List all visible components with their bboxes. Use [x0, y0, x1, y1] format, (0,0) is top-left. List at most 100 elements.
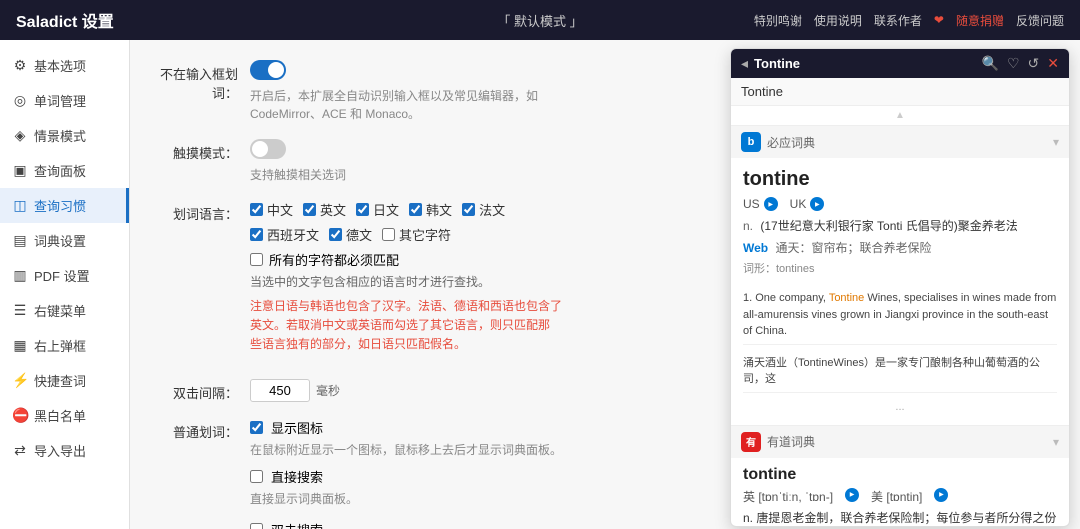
direct-search-label: 直接搜索 — [271, 467, 323, 486]
lang-ko[interactable]: 韩文 — [409, 200, 452, 219]
sidebar-label-scenario: 情景模式 — [34, 126, 86, 145]
panel-icon: ▣ — [12, 162, 28, 179]
context-icon: ☰ — [12, 302, 28, 319]
example-2: 涌天酒业（TontineWines）是一家专门酿制各种山葡萄酒的公司，这 — [743, 351, 1057, 393]
dict-popup: ◂ Tontine 🔍 ♡ ↺ ✕ ▲ b 必应词典 — [730, 48, 1070, 527]
show-icon-checkbox[interactable] — [250, 421, 263, 434]
close-icon[interactable]: ✕ — [1047, 55, 1059, 72]
lang-other[interactable]: 其它字符 — [382, 225, 451, 244]
youdao-sound-en[interactable] — [845, 488, 859, 502]
normal-lookup-label: 普通划词： — [160, 418, 250, 441]
top-nav: Saladict 设置 「 默认模式 」 特别鸣谢 使用说明 联系作者 ❤ 随意… — [0, 0, 1080, 40]
sidebar-item-quick[interactable]: ⚡ 快捷查词 — [0, 363, 129, 398]
sidebar-label-pdf: PDF 设置 — [34, 266, 90, 285]
sidebar-item-lookup-panel[interactable]: ▣ 查询面板 — [0, 153, 129, 188]
importexport-icon: ⇄ — [12, 442, 28, 459]
lang-ja[interactable]: 日文 — [356, 200, 399, 219]
dict-popup-title: Tontine — [754, 56, 976, 71]
lang-de[interactable]: 德文 — [329, 225, 372, 244]
pos-label: n. — [743, 219, 753, 233]
us-sound-button[interactable] — [764, 197, 778, 211]
lang-fr[interactable]: 法文 — [462, 200, 505, 219]
dict-search-bar — [731, 78, 1069, 106]
sidebar-item-dict-settings[interactable]: ▤ 词典设置 — [0, 223, 129, 258]
nav-link-contact[interactable]: 联系作者 — [874, 12, 922, 29]
vocab-icon: ◎ — [12, 92, 28, 109]
sidebar-item-lookup-habits[interactable]: ◫ 查询习惯 — [0, 188, 129, 223]
dict-icon: ▤ — [12, 232, 28, 249]
lang-en-checkbox[interactable] — [303, 203, 316, 216]
sidebar-label-blacklist: 黑白名单 — [34, 406, 86, 425]
sidebar-item-context-menu[interactable]: ☰ 右键菜单 — [0, 293, 129, 328]
lang-ko-checkbox[interactable] — [409, 203, 422, 216]
nav-link-donate[interactable]: 随意捐赠 — [956, 12, 1004, 29]
youdao-definition: n. 唐提恩老金制，联合养老保险制；每位参与者所分得之份额；共同基 — [743, 509, 1057, 527]
lang-es-checkbox[interactable] — [250, 228, 263, 241]
sidebar-item-popup[interactable]: ▦ 右上弹框 — [0, 328, 129, 363]
touch-mode-toggle[interactable] — [250, 139, 286, 159]
sidebar-label-import-export: 导入导出 — [34, 441, 86, 460]
uk-sound-button[interactable] — [810, 197, 824, 211]
scenario-icon: ◈ — [12, 127, 28, 144]
lang-en[interactable]: 英文 — [303, 200, 346, 219]
interval-unit: 毫秒 — [316, 382, 340, 399]
double-search-checkbox[interactable] — [250, 523, 263, 529]
youdao-sound-us[interactable] — [934, 488, 948, 502]
phonetic-us: US — [743, 197, 778, 211]
lang-zh[interactable]: 中文 — [250, 200, 293, 219]
bing-definition: (17世纪意大利银行家 Tonti 氏倡导的)聚金养老法 — [760, 219, 1017, 233]
pdf-icon: ▥ — [12, 267, 28, 284]
app-brand: Saladict 设置 — [16, 8, 114, 32]
youdao-phonetic-us: 美 [tɒntin] — [871, 488, 922, 505]
sidebar-item-vocab[interactable]: ◎ 单词管理 — [0, 83, 129, 118]
example-1: 1. One company, Tontine Wines, specialis… — [743, 286, 1057, 345]
no-input-frame-label: 不在输入框划词： — [160, 60, 250, 102]
direct-search-checkbox[interactable] — [250, 470, 263, 483]
youdao-content: tontine 英 [tɒnˈtiːn, ˈtɒn-] 美 [tɒntin] n… — [731, 458, 1069, 527]
sidebar-item-import-export[interactable]: ⇄ 导入导出 — [0, 433, 129, 468]
back-icon[interactable]: ◂ — [741, 55, 748, 72]
dict-search-input[interactable] — [741, 84, 1059, 99]
bing-section-arrow: ▾ — [1053, 135, 1059, 149]
sidebar-item-blacklist[interactable]: ⛔ 黑白名单 — [0, 398, 129, 433]
main-layout: ⚙ 基本选项 ◎ 单词管理 ◈ 情景模式 ▣ 查询面板 ◫ 查询习惯 ▤ 词典设… — [0, 40, 1080, 529]
lang-ja-checkbox[interactable] — [356, 203, 369, 216]
bing-word: tontine — [743, 168, 1057, 191]
scroll-up-indicator: ▲ — [731, 106, 1069, 125]
mode-label: 「 默认模式 」 — [497, 11, 582, 30]
bing-phonetics: US UK — [743, 197, 1057, 211]
sidebar-item-pdf[interactable]: ▥ PDF 设置 — [0, 258, 129, 293]
bing-section-header[interactable]: b 必应词典 ▾ — [731, 125, 1069, 158]
lang-fr-checkbox[interactable] — [462, 203, 475, 216]
youdao-icon: 有 — [741, 432, 761, 452]
web-defs: 通天：窗帘布；联合养老保险 — [775, 241, 931, 255]
lang-other-checkbox[interactable] — [382, 228, 395, 241]
sidebar-item-scenario[interactable]: ◈ 情景模式 — [0, 118, 129, 153]
double-click-label: 双击间隔： — [160, 379, 250, 402]
all-chars-checkbox[interactable] — [250, 253, 263, 266]
sidebar-item-basic[interactable]: ⚙ 基本选项 — [0, 48, 129, 83]
bing-pos-def: n. (17世纪意大利银行家 Tonti 氏倡导的)聚金养老法 — [743, 217, 1057, 235]
lang-es[interactable]: 西班牙文 — [250, 225, 319, 244]
gear-icon: ⚙ — [12, 57, 28, 74]
sidebar-label-context-menu: 右键菜单 — [34, 301, 86, 320]
bing-examples: 1. One company, Tontine Wines, specialis… — [731, 286, 1069, 425]
youdao-word: tontine — [743, 466, 1057, 484]
double-click-input[interactable] — [250, 379, 310, 402]
no-input-frame-toggle[interactable] — [250, 60, 286, 80]
bing-icon: b — [741, 132, 761, 152]
sidebar-label-popup: 右上弹框 — [34, 336, 86, 355]
nav-link-thanks[interactable]: 特别鸣谢 — [754, 12, 802, 29]
sidebar-label-quick: 快捷查词 — [34, 371, 86, 390]
nav-link-guide[interactable]: 使用说明 — [814, 12, 862, 29]
favorite-icon[interactable]: ♡ — [1007, 55, 1020, 72]
phonetic-uk: UK — [790, 197, 825, 211]
youdao-section-header[interactable]: 有 有道词典 ▾ — [731, 425, 1069, 458]
sidebar-label-vocab: 单词管理 — [34, 91, 86, 110]
lang-zh-checkbox[interactable] — [250, 203, 263, 216]
refresh-icon[interactable]: ↺ — [1028, 55, 1040, 72]
lang-de-checkbox[interactable] — [329, 228, 342, 241]
all-chars-label: 所有的字符都必须匹配 — [269, 250, 399, 269]
nav-link-feedback[interactable]: 反馈问题 — [1016, 12, 1064, 29]
search-icon[interactable]: 🔍 — [982, 55, 999, 72]
